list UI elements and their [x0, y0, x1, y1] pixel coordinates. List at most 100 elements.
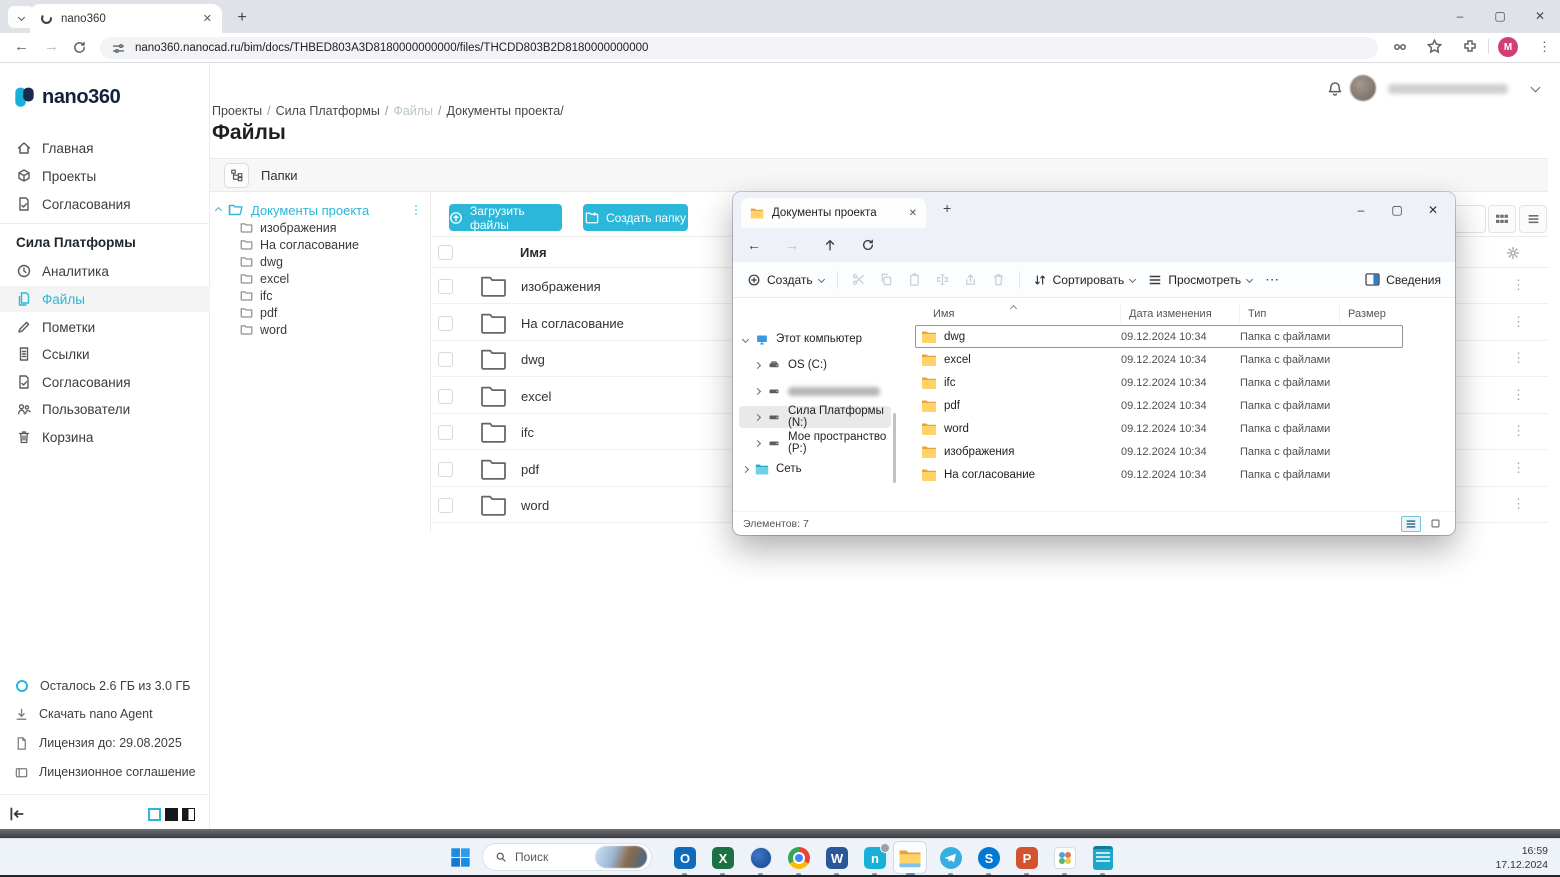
details-view-button[interactable]	[1401, 516, 1421, 532]
explorer-tab[interactable]: Документы проекта ✕	[741, 198, 926, 228]
row-menu-kebab-icon[interactable]: ⋮	[1512, 350, 1525, 366]
sidebar-item-projects[interactable]: Проекты	[0, 163, 210, 189]
file-explorer-window[interactable]: Документы проекта ✕ + – ▢ ✕ ← → ⋯ Сила П…	[733, 192, 1455, 535]
photos-icon[interactable]	[1052, 845, 1078, 871]
search-highlight-image[interactable]	[595, 846, 647, 868]
nav-drive-c[interactable]: OS (C:)	[733, 354, 903, 376]
sidebar-item-approvals-2[interactable]: Согласования	[0, 369, 210, 395]
theme-auto-swatch[interactable]	[182, 808, 195, 821]
round-blue-app-icon[interactable]	[748, 845, 774, 871]
row-checkbox[interactable]	[438, 352, 453, 367]
upload-files-button[interactable]: Загрузить файлы	[449, 204, 562, 231]
row-checkbox[interactable]	[438, 462, 453, 477]
create-folder-button[interactable]: Создать папку	[583, 204, 688, 231]
sidebar-item-trash[interactable]: Корзина	[0, 424, 210, 450]
explorer-row[interactable]: excel 09.12.2024 10:34 Папка с файлами	[915, 348, 1403, 371]
extensions-icon[interactable]	[1462, 38, 1478, 54]
new-tab-button[interactable]: +	[230, 6, 254, 30]
expand-chevron-icon[interactable]	[754, 387, 761, 394]
breadcrumb-projects[interactable]: Проекты	[212, 104, 262, 118]
close-button[interactable]: ✕	[1415, 192, 1451, 228]
row-menu-kebab-icon[interactable]: ⋮	[1512, 423, 1525, 439]
chrome-icon[interactable]	[786, 845, 812, 871]
column-type[interactable]: Тип	[1240, 304, 1340, 323]
row-checkbox[interactable]	[438, 279, 453, 294]
nav-drive-p[interactable]: Мое пространство (P:)	[733, 432, 903, 454]
view-button[interactable]: Просмотреть	[1148, 273, 1252, 287]
back-button[interactable]: ←	[14, 38, 29, 55]
row-checkbox[interactable]	[438, 316, 453, 331]
row-checkbox[interactable]	[438, 425, 453, 440]
tree-item[interactable]: изображения	[240, 219, 337, 236]
table-settings-gear-icon[interactable]	[1505, 245, 1521, 261]
column-size[interactable]: Размер	[1340, 304, 1415, 323]
sort-button[interactable]: Сортировать	[1033, 273, 1136, 287]
nanocad-app-icon[interactable]: n	[862, 845, 888, 871]
file-explorer-icon[interactable]	[897, 845, 923, 871]
user-avatar[interactable]	[1350, 75, 1376, 101]
new-item-button[interactable]: Создать	[747, 273, 824, 287]
start-button[interactable]	[450, 847, 471, 868]
app-logo[interactable]: nano360	[14, 85, 120, 110]
expand-chevron-icon[interactable]	[754, 361, 761, 368]
notifications-bell-icon[interactable]	[1326, 80, 1344, 98]
excel-icon[interactable]: X	[710, 845, 736, 871]
row-menu-kebab-icon[interactable]: ⋮	[1512, 460, 1525, 476]
theme-dark-swatch[interactable]	[165, 808, 178, 821]
row-checkbox[interactable]	[438, 498, 453, 513]
list-view-button[interactable]	[1519, 205, 1547, 233]
sidebar-item-notes[interactable]: Пометки	[0, 314, 210, 340]
powerpoint-icon[interactable]: P	[1014, 845, 1040, 871]
up-button[interactable]	[823, 238, 837, 252]
back-button[interactable]: ←	[747, 237, 761, 253]
tab-close-icon[interactable]: ✕	[203, 12, 212, 25]
tree-item[interactable]: word	[240, 321, 287, 338]
nav-drive-blurred[interactable]	[733, 380, 903, 402]
profile-chevron-icon[interactable]	[1531, 83, 1541, 93]
icons-view-button[interactable]	[1425, 516, 1445, 532]
refresh-button[interactable]	[861, 238, 875, 252]
explorer-row[interactable]: изображения 09.12.2024 10:34 Папка с фай…	[915, 440, 1403, 463]
details-pane-button[interactable]: Сведения	[1365, 273, 1441, 287]
sidebar-item-files[interactable]: Файлы	[0, 286, 210, 312]
theme-light-swatch[interactable]	[148, 808, 161, 821]
select-all-checkbox[interactable]	[438, 245, 453, 260]
bookmark-star-icon[interactable]	[1426, 38, 1443, 55]
browser-profile-avatar[interactable]: M	[1498, 37, 1518, 57]
sidebar-item-approvals[interactable]: Согласования	[0, 191, 210, 217]
tree-item[interactable]: pdf	[240, 304, 277, 321]
taskbar-search[interactable]: Поиск	[482, 843, 652, 871]
row-menu-kebab-icon[interactable]: ⋮	[1512, 496, 1525, 512]
telegram-icon[interactable]	[938, 845, 964, 871]
sidebar-item-analytics[interactable]: Аналитика	[0, 258, 210, 284]
tab-close-icon[interactable]: ✕	[909, 208, 917, 219]
reload-button[interactable]	[72, 40, 87, 55]
browser-menu-icon[interactable]: ⋮	[1538, 39, 1551, 55]
license-agreement-link[interactable]: Лицензионное соглашение	[0, 760, 210, 784]
address-bar[interactable]: nano360.nanocad.ru/bim/docs/THBED803A3D8…	[100, 37, 1378, 59]
breadcrumb-files[interactable]: Файлы	[393, 104, 433, 118]
folders-tree-button[interactable]	[224, 163, 249, 188]
breadcrumb-platform[interactable]: Сила Платформы	[276, 104, 380, 118]
download-agent-link[interactable]: Скачать nano Agent	[0, 702, 210, 726]
site-settings-icon[interactable]	[112, 42, 125, 55]
nav-this-pc[interactable]: Этот компьютер	[733, 328, 903, 350]
word-icon[interactable]: W	[824, 845, 850, 871]
column-date[interactable]: Дата изменения	[1121, 304, 1240, 323]
row-checkbox[interactable]	[438, 389, 453, 404]
new-tab-button[interactable]: +	[943, 200, 951, 216]
close-button[interactable]: ✕	[1520, 0, 1560, 32]
expand-chevron-icon[interactable]	[754, 413, 761, 420]
notes-app-icon[interactable]	[1090, 845, 1116, 871]
tree-item[interactable]: ifc	[240, 287, 273, 304]
explorer-row[interactable]: pdf 09.12.2024 10:34 Папка с файлами	[915, 394, 1403, 417]
more-options-icon[interactable]: ⋯	[1265, 271, 1279, 288]
row-menu-kebab-icon[interactable]: ⋮	[1512, 387, 1525, 403]
maximize-button[interactable]: ▢	[1480, 0, 1520, 32]
expand-chevron-icon[interactable]	[754, 439, 761, 446]
password-key-icon[interactable]	[1392, 39, 1408, 55]
taskbar-clock[interactable]: 16:59 17.12.2024	[1458, 844, 1548, 872]
sidebar-item-home[interactable]: Главная	[0, 135, 210, 161]
expand-chevron-icon[interactable]	[742, 335, 749, 342]
collapse-caret-icon[interactable]	[215, 206, 222, 213]
